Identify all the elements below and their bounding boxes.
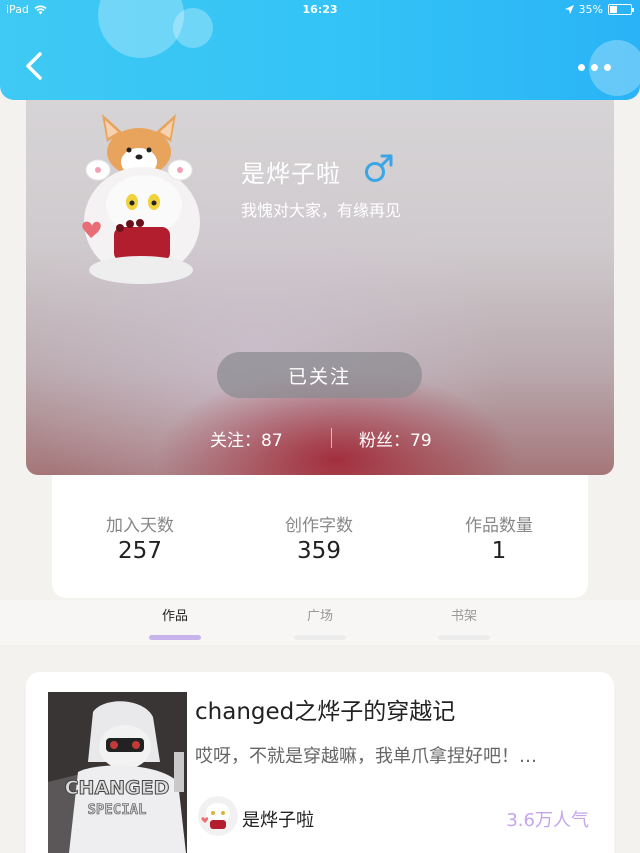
tab-label: 作品 <box>161 609 188 624</box>
battery-icon <box>608 4 634 15</box>
more-button[interactable] <box>578 60 614 74</box>
stat-word-count: 创作字数 359 <box>244 511 394 564</box>
avatar[interactable] <box>74 110 204 290</box>
tab-bookshelf[interactable]: 书架 <box>434 605 494 640</box>
stat-label: 创作字数 <box>285 516 353 536</box>
user-bio: 我愧对大家，有缘再见 <box>241 201 402 220</box>
stat-label: 作品数量 <box>465 516 533 536</box>
top-header: iPad 16:23 35% <box>0 0 640 100</box>
cover-subtitle: SPECIAL <box>87 802 146 818</box>
following-count[interactable]: 关注：87 <box>210 426 283 451</box>
stat-value: 1 <box>491 538 507 564</box>
cover-title: CHANGED <box>65 777 170 799</box>
fans-count[interactable]: 粉丝：79 <box>359 426 432 451</box>
popularity-count: 3.6万人气 <box>506 810 589 831</box>
location-arrow-icon <box>564 5 574 14</box>
tab-square[interactable]: 广场 <box>290 605 350 640</box>
work-description: 哎呀，不就是穿越嘛，我单爪拿捏好吧！… <box>195 746 537 767</box>
stats-card: 加入天数 257 创作字数 359 作品数量 1 <box>52 475 588 598</box>
work-title[interactable]: changed之烨子的穿越记 <box>195 692 455 726</box>
author-name[interactable]: 是烨子啦 <box>242 806 314 832</box>
tab-works[interactable]: 作品 <box>145 605 205 640</box>
stat-label: 加入天数 <box>106 516 174 536</box>
ellipsis-icon <box>578 63 585 71</box>
tab-label: 书架 <box>450 609 477 624</box>
back-button[interactable] <box>18 48 54 84</box>
stat-value: 359 <box>297 538 341 564</box>
follow-button[interactable]: 已关注 <box>217 352 422 398</box>
tab-indicator <box>294 635 346 640</box>
work-card[interactable]: CHANGED SPECIAL changed之烨子的穿越记 哎呀，不就是穿越嘛… <box>26 672 614 853</box>
status-time: 16:23 <box>302 3 338 16</box>
stat-value: 257 <box>118 538 162 564</box>
stat-work-count: 作品数量 1 <box>424 511 574 564</box>
content-tabs: 作品 广场 书架 <box>0 600 640 645</box>
tab-label: 广场 <box>306 609 333 624</box>
user-name: 是烨子啦 <box>241 160 341 188</box>
battery-percent: 35% <box>578 3 603 16</box>
tab-indicator <box>438 635 490 640</box>
follow-counts: 关注：87 粉丝：79 <box>26 426 614 451</box>
stat-join-days: 加入天数 257 <box>65 511 215 564</box>
profile-card: 是烨子啦 我愧对大家，有缘再见 已关注 关注：87 粉丝：79 <box>26 60 614 475</box>
work-cover-image[interactable]: CHANGED SPECIAL <box>48 692 187 853</box>
tab-indicator-active <box>149 635 201 640</box>
chevron-left-icon <box>26 52 42 80</box>
author-avatar[interactable] <box>198 796 238 836</box>
male-icon <box>365 154 393 182</box>
divider <box>331 428 332 448</box>
status-bar: iPad 16:23 35% <box>0 0 640 20</box>
